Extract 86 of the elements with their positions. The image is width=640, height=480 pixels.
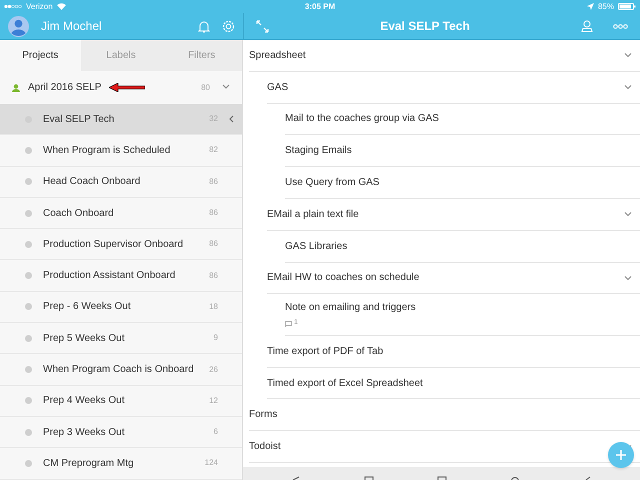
task-count: 86 xyxy=(209,176,218,188)
user-name: Jim Mochel xyxy=(41,18,103,35)
project-name: Prep 4 Weeks Out xyxy=(43,394,126,408)
more-icon[interactable] xyxy=(613,24,628,28)
battery-icon xyxy=(618,3,636,10)
task-title: Use Query from GAS xyxy=(285,176,380,190)
project-name: CM Preprogram Mtg xyxy=(43,456,135,471)
bell-icon[interactable] xyxy=(198,20,210,32)
project-item[interactable]: Head Coach Onboard 86 xyxy=(0,166,242,198)
arrow-annotation xyxy=(109,83,146,92)
task-title: GAS xyxy=(267,80,290,95)
task-item[interactable]: Timed export of Excel Spreadsheet xyxy=(267,368,640,400)
avatar-icon[interactable] xyxy=(8,16,29,36)
project-item[interactable]: Production Supervisor Onboard 86 xyxy=(0,229,242,260)
project-item[interactable]: Prep 5 Weeks Out 9 xyxy=(0,323,242,354)
chevron-icon[interactable] xyxy=(624,274,632,281)
project-item[interactable]: When Program is Scheduled 82 xyxy=(0,135,242,167)
task-item[interactable]: Staging Emails xyxy=(285,135,640,168)
project-name: Head Coach Onboard xyxy=(43,175,142,190)
comment-icon xyxy=(285,320,292,327)
sidebar-tab[interactable]: Projects xyxy=(0,40,81,71)
project-item[interactable]: When Program Coach is Onboard 26 xyxy=(0,354,242,386)
project-item[interactable]: Coach Onboard 86 xyxy=(0,198,242,230)
task-title: EMail a plain text file xyxy=(267,208,360,222)
settings-icon[interactable] xyxy=(222,20,235,32)
task-item[interactable]: EMail HW to coaches on schedule xyxy=(267,262,640,294)
project-name: When Program is Scheduled xyxy=(43,144,172,158)
task-count: 6 xyxy=(214,426,218,438)
task-count: 124 xyxy=(204,457,218,470)
project-item[interactable]: Prep 3 Weeks Out 6 xyxy=(0,416,242,448)
task-title: Time export of PDF of Tab xyxy=(267,344,384,359)
expand-icon[interactable] xyxy=(256,20,269,32)
task-title: Forms xyxy=(249,408,278,422)
chevron-icon xyxy=(229,115,234,124)
task-item[interactable]: EMail a plain text file xyxy=(267,198,640,231)
project-item[interactable]: Prep 4 Weeks Out 12 xyxy=(0,386,242,417)
task-title: Todoist xyxy=(249,440,282,454)
task-item[interactable]: Use Query from GAS xyxy=(285,167,640,199)
task-title: GAS Libraries xyxy=(285,240,348,254)
task-item[interactable]: Mail to the coaches group via GAS xyxy=(285,104,640,136)
clock-time: 3:05 PM xyxy=(304,0,336,12)
chevron-icon[interactable] xyxy=(624,52,632,58)
project-name: Eval SELP Tech xyxy=(43,112,116,127)
chevron-icon[interactable] xyxy=(624,84,632,90)
task-title: Mail to the coaches group via GAS xyxy=(285,112,440,126)
project-name: Coach Onboard xyxy=(43,206,115,221)
project-name[interactable]: April 2016 SELP xyxy=(28,80,102,95)
task-item[interactable]: Time export of PDF of Tab xyxy=(267,336,640,368)
task-item[interactable]: GAS xyxy=(267,72,640,104)
task-count: 86 xyxy=(209,207,218,220)
task-title: Timed export of Excel Spreadsheet xyxy=(267,376,424,391)
location-arrow-icon xyxy=(586,3,594,10)
task-count: 12 xyxy=(209,394,218,407)
task-item[interactable]: Forms xyxy=(249,399,640,432)
project-item[interactable]: Production Assistant Onboard 86 xyxy=(0,260,242,292)
chevron-icon[interactable] xyxy=(222,84,230,92)
task-item[interactable]: Spreadsheet xyxy=(249,40,640,72)
task-item[interactable]: GAS Libraries xyxy=(285,230,640,263)
task-count: 18 xyxy=(209,300,218,313)
task-count: 86 xyxy=(209,270,218,282)
project-name: Production Assistant Onboard xyxy=(43,269,176,284)
project-name: Production Supervisor Onboard xyxy=(43,238,184,252)
signal-icon xyxy=(4,4,22,9)
wifi-icon xyxy=(56,3,66,10)
carrier-name: Verizon xyxy=(26,0,53,12)
project-item[interactable]: Prep - 6 Weeks Out 18 xyxy=(0,292,242,324)
project-name: Prep - 6 Weeks Out xyxy=(43,300,132,314)
plus-icon xyxy=(616,450,626,460)
task-title: Note on emailing and triggers xyxy=(285,301,417,316)
task-count: 26 xyxy=(209,364,218,376)
task-title: Staging Emails xyxy=(285,144,353,158)
project-title: Eval SELP Tech xyxy=(379,18,471,35)
task-count: 86 xyxy=(209,238,218,250)
add-task-button[interactable] xyxy=(608,442,634,468)
project-name: When Program Coach is Onboard xyxy=(43,363,195,378)
chevron-icon[interactable] xyxy=(624,211,632,218)
project-name: Prep 5 Weeks Out xyxy=(43,332,126,346)
task-count: 80 xyxy=(201,82,210,94)
task-title: EMail HW to coaches on schedule xyxy=(267,271,420,286)
task-count: 9 xyxy=(214,332,218,344)
project-item[interactable]: CM Preprogram Mtg 124 xyxy=(0,448,242,480)
project-name: Prep 3 Weeks Out xyxy=(43,426,126,440)
battery-percent: 85% xyxy=(598,0,614,12)
person-icon[interactable] xyxy=(581,20,593,32)
task-title: Spreadsheet xyxy=(249,48,307,63)
task-count: 82 xyxy=(209,144,218,156)
